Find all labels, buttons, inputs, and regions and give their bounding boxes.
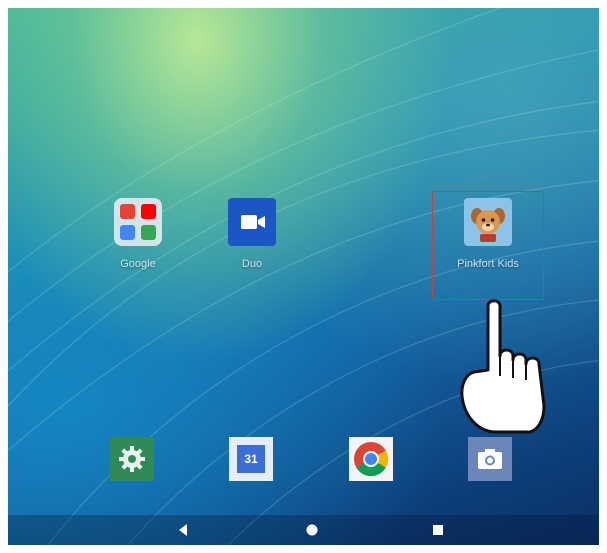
translate-mini-icon	[120, 225, 135, 240]
duo-app[interactable]: Duo	[204, 198, 300, 270]
settings-icon[interactable]	[110, 437, 154, 481]
navigation-bar	[8, 515, 599, 545]
pinkfort-kids-label: Pinkfort Kids	[457, 258, 519, 270]
chrome-icon[interactable]	[349, 437, 393, 481]
youtube-mini-icon	[141, 204, 156, 219]
home-icon[interactable]	[305, 523, 319, 537]
google-folder-label: Google	[120, 258, 156, 270]
hand-pointer-icon	[460, 299, 546, 434]
camera-icon[interactable]	[468, 437, 512, 481]
google-folder[interactable]: Google	[90, 198, 186, 270]
maps-mini-icon	[141, 225, 156, 240]
duo-label: Duo	[241, 258, 263, 270]
calendar-date: 31	[237, 445, 265, 473]
home-screen-wallpaper: Google Duo Pinkfort Kids 31	[8, 8, 599, 545]
pinkfort-kids-app[interactable]: Pinkfort Kids	[432, 198, 544, 270]
gmail-mini-icon	[120, 204, 135, 219]
calendar-icon[interactable]: 31	[229, 437, 273, 481]
back-icon[interactable]	[176, 523, 190, 537]
duo-video-icon	[228, 198, 276, 246]
google-folder-icon	[114, 198, 162, 246]
recents-icon[interactable]	[431, 523, 445, 537]
dog-app-icon	[464, 198, 512, 246]
